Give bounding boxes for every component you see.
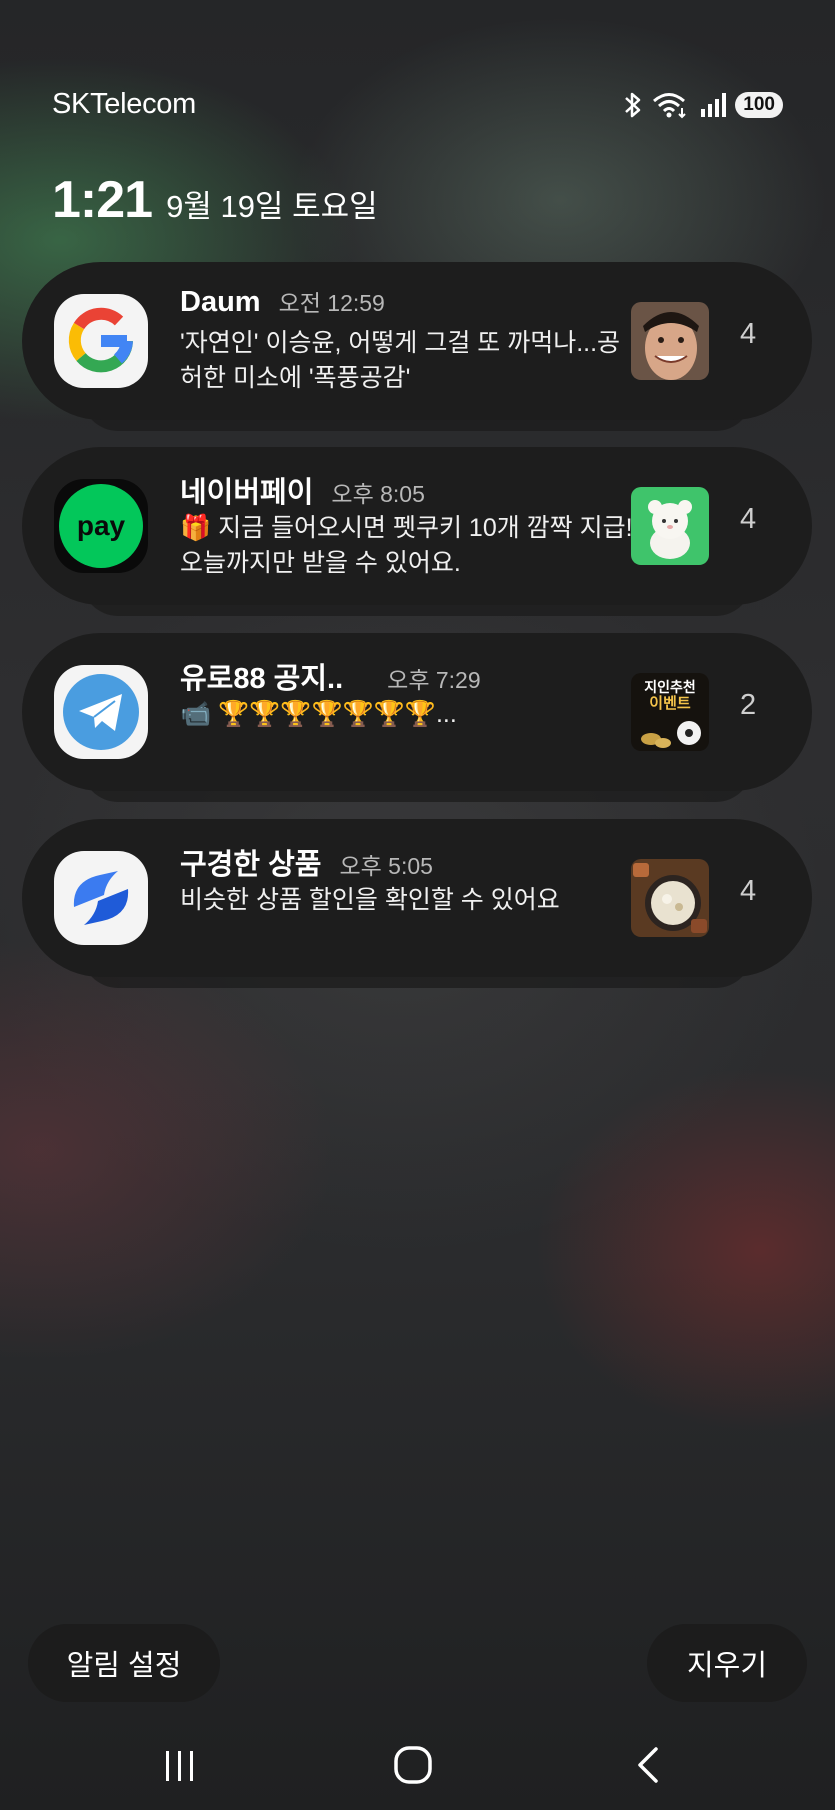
home-icon[interactable] (378, 1730, 448, 1800)
navigation-bar (0, 1730, 835, 1800)
notification-thumbnail (631, 859, 709, 937)
notification-card[interactable]: Daum 오전 12:59 '자연인' 이승윤, 어떻게 그걸 또 까먹나...… (22, 262, 812, 420)
telegram-icon (54, 665, 148, 759)
notification-count: 4 (740, 503, 757, 535)
notification-count: 4 (740, 875, 757, 907)
notification-time: 오후 7:29 (387, 667, 481, 693)
back-icon[interactable] (613, 1730, 683, 1800)
notification-title: 유로88 공지.. (180, 663, 344, 695)
notification-count: 2 (740, 689, 757, 721)
clear-all-button[interactable]: 지우기 (647, 1624, 807, 1702)
recents-icon[interactable] (145, 1730, 215, 1800)
notification-naverpay[interactable]: pay 네이버페이 오후 8:05 🎁 지금 들어오시면 펫쿠키 10개 깜짝 … (22, 447, 812, 616)
clock-date: 9월 19일 토요일 (166, 189, 378, 224)
notification-body: '자연인' 이승윤, 어떻게 그걸 또 까먹나...공허한 미소에 '폭풍공감' (180, 329, 621, 392)
thumbnail-text-line2: 이벤트 (649, 695, 691, 712)
status-bar: SKTelecom 100 (52, 88, 783, 128)
notification-title: 네이버페이 (180, 477, 314, 509)
notification-body: 비슷한 상품 할인을 확인할 수 있어요 (180, 886, 560, 914)
notification-card[interactable]: 유로88 공지.. 오후 7:29 📹 🏆🏆🏆🏆🏆🏆🏆... 지인추천 이벤트 … (22, 633, 812, 791)
notification-thumbnail (631, 487, 709, 565)
notification-title: Daum (180, 286, 261, 318)
notification-thumbnail (631, 302, 709, 380)
notification-time: 오전 12:59 (278, 290, 385, 316)
svg-text:pay: pay (77, 510, 126, 541)
notification-title: 구경한 상품 (180, 849, 322, 881)
lock-clock: 1:21 9월 19일 토요일 (52, 170, 378, 230)
notification-card[interactable]: 구경한 상품 오후 5:05 비슷한 상품 할인을 확인할 수 있어요 4 (22, 819, 812, 977)
notification-body: 🎁 지금 들어오시면 펫쿠키 10개 깜짝 지급! 오늘까지만 받을 수 있어요… (180, 514, 633, 577)
notification-count: 4 (740, 318, 757, 350)
notification-daum[interactable]: Daum 오전 12:59 '자연인' 이승윤, 어떻게 그걸 또 까먹나...… (22, 262, 812, 431)
notification-coupang[interactable]: 구경한 상품 오후 5:05 비슷한 상품 할인을 확인할 수 있어요 4 (22, 819, 812, 988)
notification-telegram[interactable]: 유로88 공지.. 오후 7:29 📹 🏆🏆🏆🏆🏆🏆🏆... 지인추천 이벤트 … (22, 633, 812, 802)
battery-level: 100 (735, 92, 783, 118)
notification-card[interactable]: pay 네이버페이 오후 8:05 🎁 지금 들어오시면 펫쿠키 10개 깜짝 … (22, 447, 812, 605)
notification-time: 오후 5:05 (339, 853, 433, 879)
notification-time: 오후 8:05 (331, 481, 425, 507)
bluetooth-icon (625, 92, 641, 118)
clock-time: 1:21 (52, 171, 153, 229)
carrier-name: SKTelecom (52, 88, 196, 120)
naver-pay-icon: pay (54, 479, 148, 573)
notification-settings-button[interactable]: 알림 설정 (28, 1624, 220, 1702)
thumbnail-text-line1: 지인추천 (644, 679, 696, 695)
wifi-icon (653, 93, 687, 119)
notification-body: 📹 🏆🏆🏆🏆🏆🏆🏆... (180, 700, 457, 728)
google-icon (54, 294, 148, 388)
coupang-icon (54, 851, 148, 945)
signal-icon (701, 93, 727, 117)
system-icons: 100 (623, 90, 783, 120)
notification-thumbnail: 지인추천 이벤트 (631, 673, 709, 751)
